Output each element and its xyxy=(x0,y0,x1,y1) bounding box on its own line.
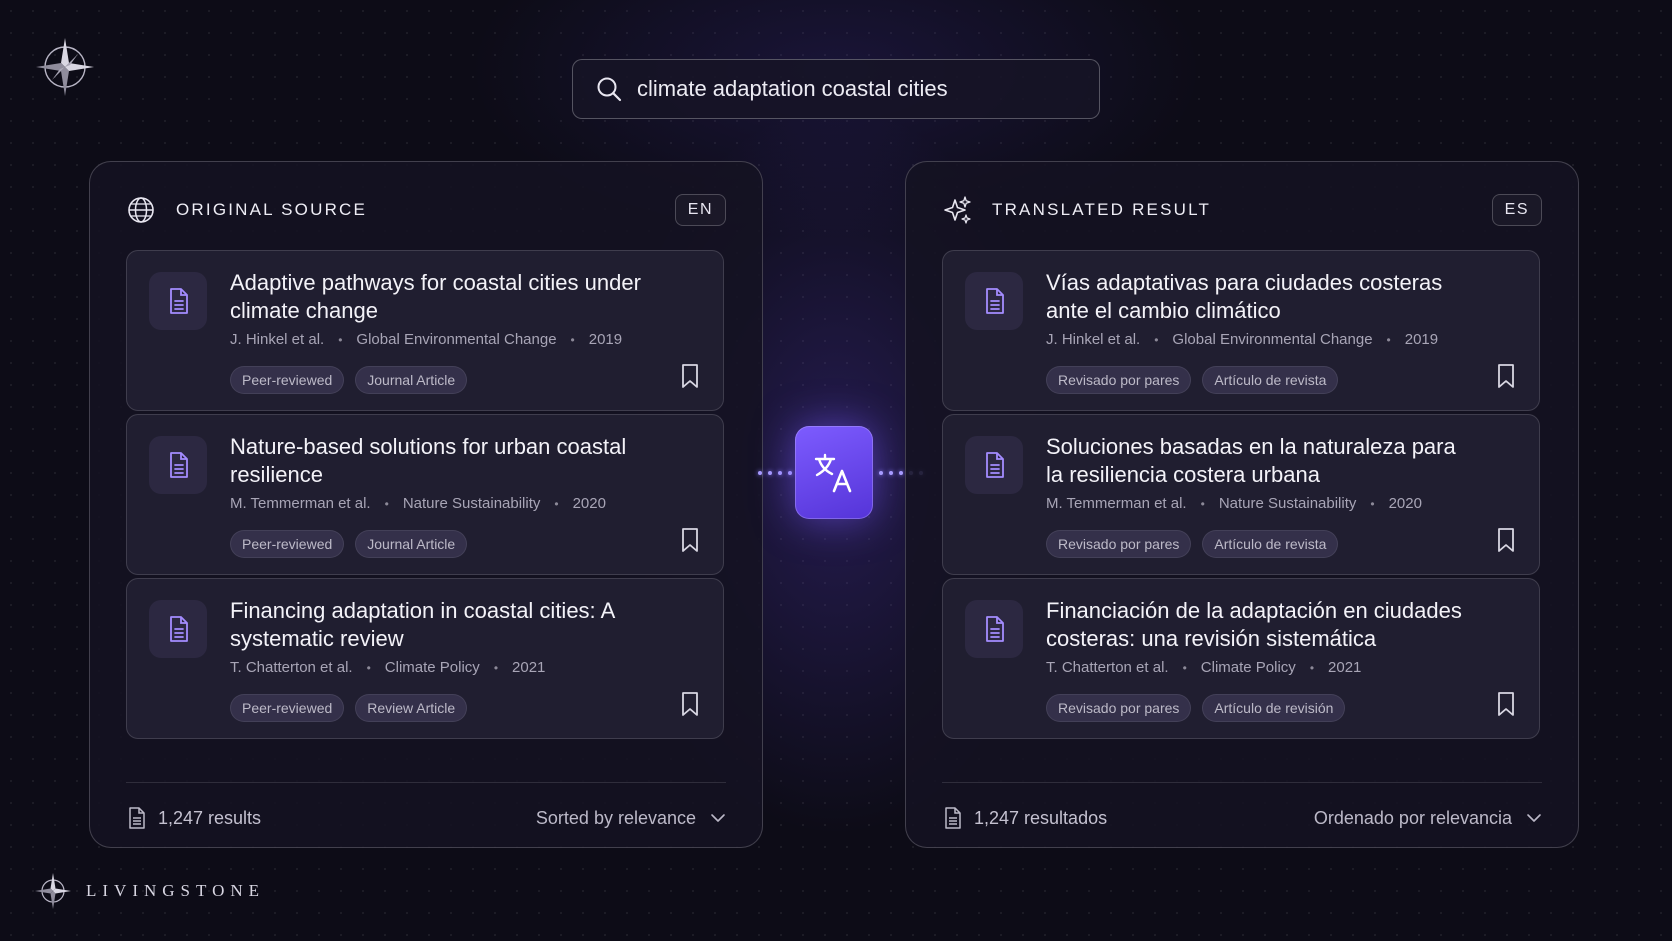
original-source-panel: ORIGINAL SOURCE EN Adaptive pathways for… xyxy=(89,161,763,848)
panel-title: TRANSLATED RESULT xyxy=(992,200,1212,219)
brand-name: LIVINGSTONE xyxy=(86,881,266,900)
brand-logo: LIVINGSTONE xyxy=(34,872,265,910)
result-meta: T. Chatterton et al. • Climate Policy • 20… xyxy=(1046,659,1362,676)
document-icon xyxy=(129,807,145,829)
result-title[interactable]: Vías adaptativas para ciudades costeras … xyxy=(1046,269,1466,325)
result-authors: M. Temmerman et al. xyxy=(1046,495,1187,512)
result-authors: M. Temmerman et al. xyxy=(230,495,371,512)
result-journal: Global Environmental Change xyxy=(356,331,557,348)
panel-footer: 1,247 resultados Ordenado por relevancia xyxy=(942,796,1542,840)
result-journal: Climate Policy xyxy=(1200,659,1296,676)
translate-button[interactable] xyxy=(795,426,873,519)
result-journal: Nature Sustainability xyxy=(1218,495,1357,512)
tag: Artículo de revisión xyxy=(1202,694,1346,722)
result-card[interactable]: Financing adaptation in coastal cities: … xyxy=(126,578,724,739)
globe-icon xyxy=(128,197,154,223)
language-badge[interactable]: EN xyxy=(674,194,726,226)
result-title[interactable]: Soluciones basadas en la naturaleza para… xyxy=(1046,433,1466,489)
sparkles-icon xyxy=(944,196,971,224)
tag: Artículo de revista xyxy=(1202,366,1339,394)
result-tags: Revisado por pares Artículo de revista xyxy=(1046,530,1339,558)
document-icon xyxy=(965,600,1023,658)
tag: Review Article xyxy=(355,694,468,722)
result-year: 2020 xyxy=(572,495,606,512)
compass-logo-icon xyxy=(36,38,94,96)
tag: Peer-reviewed xyxy=(230,366,345,394)
compass-logo-icon xyxy=(35,873,71,909)
document-icon xyxy=(149,272,207,330)
sort-label: Ordenado por relevancia xyxy=(1313,807,1512,828)
bookmark-icon[interactable] xyxy=(679,691,701,717)
result-meta: J. Hinkel et al. • Global Environmental C… xyxy=(1046,331,1439,348)
tag: Journal Article xyxy=(355,530,468,558)
sort-dropdown[interactable]: Sorted by relevance xyxy=(536,808,726,829)
bookmark-icon[interactable] xyxy=(1495,363,1517,389)
chevron-down-icon xyxy=(1527,814,1541,822)
panel-title: ORIGINAL SOURCE xyxy=(176,200,368,219)
translated-result-panel: TRANSLATED RESULT ES Vías adaptativas pa… xyxy=(905,161,1579,848)
document-icon xyxy=(965,436,1023,494)
results-count: 1,247 results xyxy=(158,807,262,828)
results-count: 1,247 resultados xyxy=(974,807,1108,828)
bookmark-icon[interactable] xyxy=(679,363,701,389)
sort-dropdown[interactable]: Ordenado por relevancia xyxy=(1314,808,1542,829)
result-authors: T. Chatterton et al. xyxy=(230,659,353,676)
result-title[interactable]: Financing adaptation in coastal cities: … xyxy=(230,597,650,653)
language-badge[interactable]: ES xyxy=(1491,194,1542,226)
result-tags: Peer-reviewed Review Article xyxy=(230,694,468,722)
document-icon xyxy=(945,807,961,829)
result-year: 2019 xyxy=(588,331,623,348)
result-year: 2020 xyxy=(1388,495,1422,512)
translate-icon xyxy=(814,453,852,492)
bookmark-icon[interactable] xyxy=(1495,527,1517,553)
result-journal: Global Environmental Change xyxy=(1172,331,1373,348)
divider xyxy=(126,782,726,783)
tag: Revisado por pares xyxy=(1046,366,1192,394)
result-tags: Peer-reviewed Journal Article xyxy=(230,530,468,558)
result-tags: Revisado por pares Artículo de revisión xyxy=(1046,694,1346,722)
result-tags: Revisado por pares Artículo de revista xyxy=(1046,366,1339,394)
result-year: 2021 xyxy=(1328,659,1362,676)
sort-label: Sorted by relevance xyxy=(535,807,696,828)
tag: Peer-reviewed xyxy=(230,694,345,722)
result-title[interactable]: Nature-based solutions for urban coastal… xyxy=(230,433,650,489)
divider xyxy=(942,782,1542,783)
result-meta: M. Temmerman et al. • Nature Sustainabili… xyxy=(1046,495,1422,512)
tag: Revisado por pares xyxy=(1046,530,1192,558)
result-authors: T. Chatterton et al. xyxy=(1046,659,1169,676)
panel-header: TRANSLATED RESULT ES xyxy=(942,192,1542,228)
result-journal: Nature Sustainability xyxy=(402,495,541,512)
result-journal: Climate Policy xyxy=(384,659,480,676)
result-year: 2019 xyxy=(1404,331,1439,348)
result-card[interactable]: Nature-based solutions for urban coastal… xyxy=(126,414,724,575)
result-card[interactable]: Soluciones basadas en la naturaleza para… xyxy=(942,414,1540,575)
result-card[interactable]: Adaptive pathways for coastal cities und… xyxy=(126,250,724,411)
result-meta: T. Chatterton et al. • Climate Policy • 20… xyxy=(230,659,546,676)
tag: Revisado por pares xyxy=(1046,694,1192,722)
result-title[interactable]: Adaptive pathways for coastal cities und… xyxy=(230,269,650,325)
result-authors: J. Hinkel et al. xyxy=(1046,331,1141,348)
chevron-down-icon xyxy=(711,814,725,822)
result-title[interactable]: Financiación de la adaptación en ciudade… xyxy=(1046,597,1466,653)
result-tags: Peer-reviewed Journal Article xyxy=(230,366,468,394)
result-meta: J. Hinkel et al. • Global Environmental C… xyxy=(230,331,623,348)
document-icon xyxy=(149,600,207,658)
document-icon xyxy=(149,436,207,494)
search-input[interactable] xyxy=(637,76,1057,102)
search-bar[interactable] xyxy=(572,59,1100,119)
tag: Artículo de revista xyxy=(1202,530,1339,558)
result-year: 2021 xyxy=(512,659,546,676)
result-meta: M. Temmerman et al. • Nature Sustainabili… xyxy=(230,495,606,512)
panel-header: ORIGINAL SOURCE EN xyxy=(126,192,726,228)
bookmark-icon[interactable] xyxy=(1495,691,1517,717)
search-icon xyxy=(597,77,622,102)
tag: Peer-reviewed xyxy=(230,530,345,558)
panel-footer: 1,247 results Sorted by relevance xyxy=(126,796,726,840)
bookmark-icon[interactable] xyxy=(679,527,701,553)
tag: Journal Article xyxy=(355,366,468,394)
document-icon xyxy=(965,272,1023,330)
result-authors: J. Hinkel et al. xyxy=(230,331,325,348)
result-card[interactable]: Financiación de la adaptación en ciudade… xyxy=(942,578,1540,739)
result-card[interactable]: Vías adaptativas para ciudades costeras … xyxy=(942,250,1540,411)
